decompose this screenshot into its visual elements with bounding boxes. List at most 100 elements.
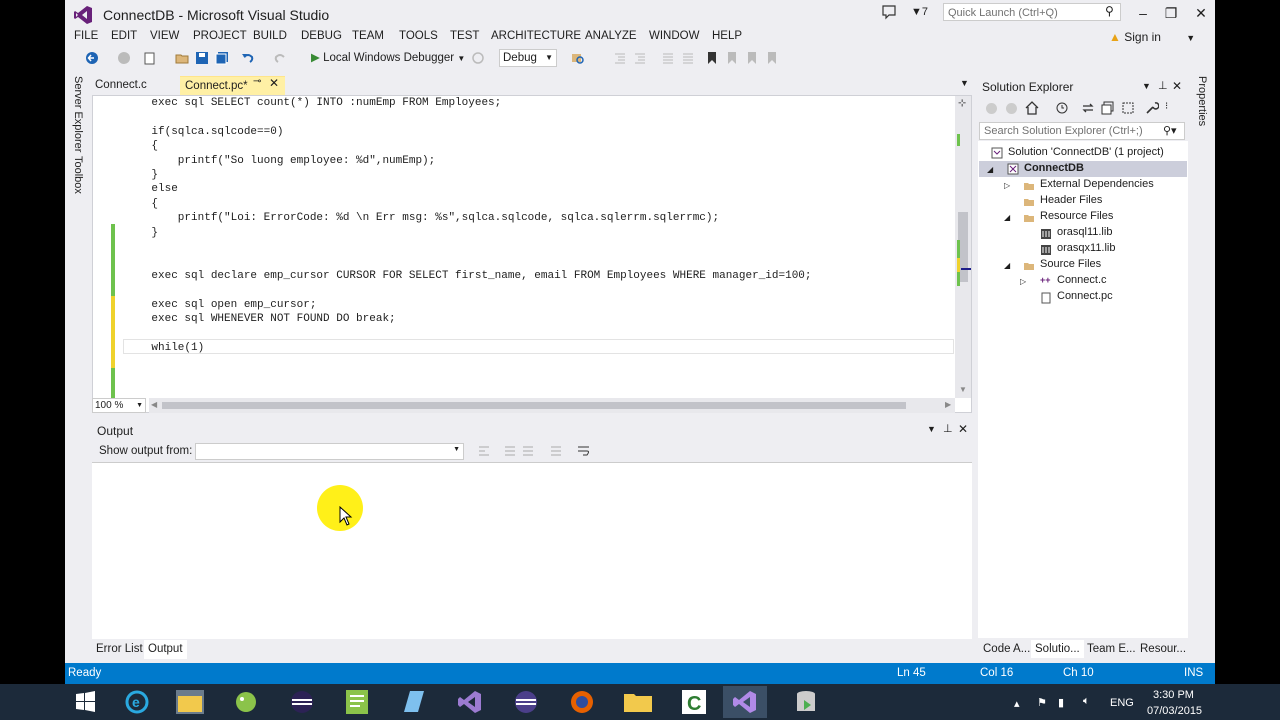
indent-icon[interactable]: [633, 51, 647, 65]
tree-item-project[interactable]: ConnectDB: [1024, 162, 1084, 174]
tab-connect-c[interactable]: Connect.c: [90, 76, 180, 95]
menu-edit[interactable]: EDIT: [111, 30, 137, 42]
menu-file[interactable]: FILE: [74, 30, 98, 42]
tab-output[interactable]: Output: [144, 640, 187, 659]
camtasia-icon[interactable]: C: [672, 686, 716, 718]
clear-all-icon[interactable]: [549, 445, 563, 457]
navigate-back-icon[interactable]: [85, 51, 99, 65]
previous-message-icon[interactable]: [503, 445, 517, 457]
pidgin-icon[interactable]: [224, 686, 268, 718]
network-icon[interactable]: ▮: [1058, 696, 1064, 709]
file-explorer-icon[interactable]: [168, 686, 212, 718]
tab-code-analysis[interactable]: Code A...: [979, 640, 1034, 658]
pending-changes-filter-icon[interactable]: [1055, 101, 1069, 115]
menu-project[interactable]: PROJECT: [193, 30, 247, 42]
se-forward-icon[interactable]: [1005, 102, 1018, 115]
tree-item-header-files[interactable]: Header Files: [1040, 194, 1102, 206]
database-icon[interactable]: [784, 686, 828, 718]
scroll-right-icon[interactable]: ▶: [945, 400, 951, 409]
save-icon[interactable]: [195, 51, 209, 65]
firefox-icon[interactable]: [560, 686, 604, 718]
se-search-icon[interactable]: ⚲▾: [1163, 124, 1177, 137]
word-wrap-icon[interactable]: [577, 445, 591, 457]
se-back-icon[interactable]: [985, 102, 998, 115]
collapse-arrow-icon[interactable]: ◢: [987, 165, 993, 174]
menu-architecture[interactable]: ARCHITECTURE: [491, 30, 581, 42]
collapse-all-icon[interactable]: [1101, 101, 1115, 115]
server-explorer-tab[interactable]: Server Explorer: [72, 76, 84, 152]
se-dropdown-icon[interactable]: ▼: [1142, 81, 1151, 91]
menu-tools[interactable]: TOOLS: [399, 30, 438, 42]
expand-arrow-icon[interactable]: ▷: [1020, 277, 1026, 286]
input-language[interactable]: ENG: [1110, 697, 1134, 709]
action-center-icon[interactable]: ⚑: [1037, 696, 1047, 709]
eclipse-dark-icon[interactable]: [504, 686, 548, 718]
menu-debug[interactable]: DEBUG: [301, 30, 342, 42]
output-text-area[interactable]: [92, 463, 972, 639]
redo-icon[interactable]: [273, 51, 287, 65]
close-window-button[interactable]: ✕: [1185, 2, 1215, 24]
sign-in-link[interactable]: ▲ Sign in ▼: [1109, 30, 1195, 44]
clock-time[interactable]: 3:30 PM: [1153, 689, 1194, 701]
se-pin-icon[interactable]: ⊥: [1158, 79, 1168, 92]
search-icon[interactable]: ⚲: [1105, 4, 1114, 18]
menu-help[interactable]: HELP: [712, 30, 742, 42]
menu-team[interactable]: TEAM: [352, 30, 384, 42]
pin-icon[interactable]: ⊸: [253, 76, 261, 87]
sync-icon[interactable]: [1081, 101, 1095, 115]
maximize-button[interactable]: ❐: [1155, 2, 1187, 24]
collapse-arrow-icon[interactable]: ◢: [1004, 213, 1010, 222]
internet-explorer-icon[interactable]: e: [115, 686, 159, 718]
notification-icon[interactable]: [881, 4, 897, 20]
clear-bookmarks-icon[interactable]: [765, 51, 779, 65]
zoom-select[interactable]: 100 % ▼: [92, 398, 146, 413]
tree-item-source-files[interactable]: Source Files: [1040, 258, 1101, 270]
properties-tab[interactable]: Properties: [1196, 76, 1208, 126]
split-editor-icon[interactable]: ⊹: [958, 98, 966, 109]
visual-studio-old-icon[interactable]: [448, 686, 492, 718]
clock-date[interactable]: 07/03/2015: [1147, 705, 1202, 717]
start-debugger-button[interactable]: ▶ Local Windows Debugger ▼: [311, 49, 465, 67]
tree-item-orasql11-lib[interactable]: orasql11.lib: [1057, 226, 1112, 238]
menu-build[interactable]: BUILD: [253, 30, 287, 42]
comment-icon[interactable]: [661, 51, 675, 65]
tree-item-external-dependencies[interactable]: External Dependencies: [1040, 178, 1154, 190]
notepad-icon[interactable]: [336, 686, 380, 718]
tab-error-list[interactable]: Error List: [92, 640, 147, 658]
start-icon[interactable]: [64, 686, 108, 718]
eclipse-icon[interactable]: [280, 686, 324, 718]
new-project-icon[interactable]: [143, 51, 157, 65]
tray-expand-icon[interactable]: ▴: [1014, 697, 1020, 710]
navigate-forward-icon[interactable]: [117, 51, 131, 65]
menu-test[interactable]: TEST: [450, 30, 479, 42]
scroll-down-icon[interactable]: ▼: [959, 385, 967, 394]
tree-item-solution[interactable]: Solution 'ConnectDB' (1 project): [1008, 146, 1164, 158]
visual-studio-icon[interactable]: [723, 686, 767, 718]
find-in-files-icon[interactable]: [571, 51, 585, 65]
find-message-icon[interactable]: [477, 445, 491, 457]
solution-explorer-search-input[interactable]: Search Solution Explorer (Ctrl+;): [979, 122, 1185, 140]
menu-analyze[interactable]: ANALYZE: [585, 30, 637, 42]
show-all-files-icon[interactable]: [1121, 101, 1135, 115]
tree-item-resource-files[interactable]: Resource Files: [1040, 210, 1113, 222]
se-more-icon[interactable]: ⁝: [1165, 101, 1168, 112]
tab-team-explorer[interactable]: Team E...: [1083, 640, 1140, 658]
uncomment-icon[interactable]: [681, 51, 695, 65]
previous-bookmark-icon[interactable]: [725, 51, 739, 65]
refresh-icon[interactable]: [471, 51, 485, 65]
expand-arrow-icon[interactable]: ▷: [1004, 181, 1010, 190]
document-icon[interactable]: [392, 686, 436, 718]
quick-launch-input[interactable]: Quick Launch (Ctrl+Q): [943, 3, 1121, 21]
properties-wrench-icon[interactable]: [1145, 101, 1159, 115]
next-message-icon[interactable]: [521, 445, 535, 457]
tree-item-connect-c[interactable]: Connect.c: [1057, 274, 1107, 286]
configuration-select[interactable]: Debug ▼: [499, 49, 557, 67]
tab-list-dropdown-icon[interactable]: ▼: [960, 78, 969, 88]
tab-solution-explorer[interactable]: Solutio...: [1031, 640, 1084, 658]
tab-resource-view[interactable]: Resour...: [1136, 640, 1190, 658]
volume-icon[interactable]: 🔈︎: [1083, 695, 1090, 708]
code-text[interactable]: exec sql SELECT count(*) INTO :numEmp FR…: [125, 96, 950, 398]
scroll-left-icon[interactable]: ◀: [151, 400, 157, 409]
menu-view[interactable]: VIEW: [150, 30, 179, 42]
tree-item-connect-pc[interactable]: Connect.pc: [1057, 290, 1113, 302]
